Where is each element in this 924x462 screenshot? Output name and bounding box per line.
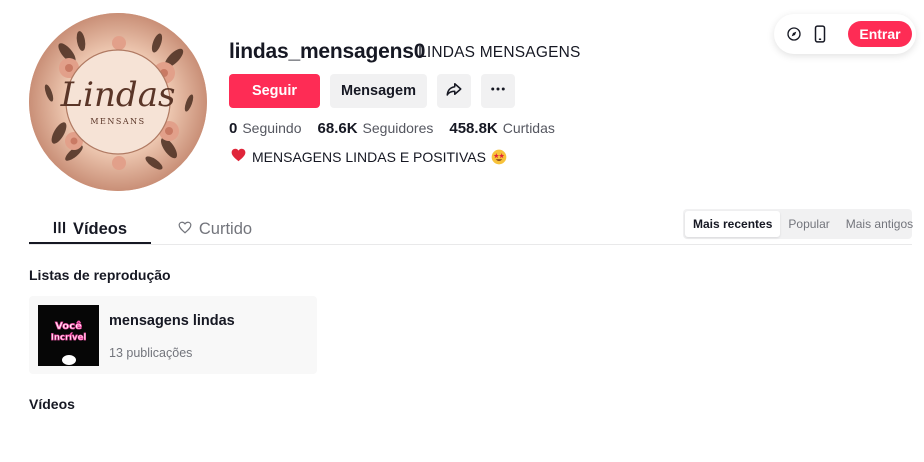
followers-label: Seguidores (362, 120, 434, 136)
more-icon (489, 80, 507, 102)
likes-label: Curtidas (502, 120, 555, 136)
phone-icon[interactable] (810, 24, 830, 44)
profile-avatar[interactable]: Lindas MENSANS (29, 13, 207, 191)
followers-count: 68.6K (317, 120, 358, 137)
following-count: 0 (229, 120, 238, 137)
avatar-logo-word: Lindas (60, 75, 176, 115)
tab-videos[interactable]: Vídeos (29, 214, 151, 244)
profile-nickname: LINDAS MENSAGENS (418, 44, 581, 61)
share-button[interactable] (437, 74, 471, 108)
active-tab-indicator (29, 242, 151, 244)
tab-videos-label: Vídeos (72, 219, 128, 238)
playlist-count: 13 publicações (109, 346, 193, 360)
avatar-logo-sub: MENSANS (90, 117, 146, 126)
playlist-title: mensagens lindas (109, 313, 235, 329)
profile-username: lindas_mensagens0 (229, 40, 426, 63)
share-icon (445, 80, 463, 102)
sort-most-recent[interactable]: Mais recentes (685, 211, 781, 237)
tab-liked-label: Curtido (198, 219, 253, 238)
liked-heart-icon (178, 220, 199, 239)
svg-text:Incrível: Incrível (51, 333, 87, 343)
profile-stats: 0 Seguindo 68.6K Seguidores 458.8K Curti… (229, 120, 571, 137)
tab-liked[interactable]: Curtido (160, 214, 270, 244)
more-options-button[interactable] (481, 74, 515, 108)
heart-icon (231, 148, 246, 166)
message-button[interactable]: Mensagem (330, 74, 427, 108)
likes-count: 458.8K (449, 120, 498, 137)
bio-text: MENSAGENS LINDAS E POSITIVAS (252, 149, 486, 165)
playlists-section-title: Listas de reprodução (29, 267, 171, 283)
videos-section-title: Vídeos (29, 396, 75, 412)
compass-icon[interactable] (784, 24, 804, 44)
login-button[interactable]: Entrar (848, 21, 912, 47)
tabs-divider (29, 244, 912, 245)
profile-bio: MENSAGENS LINDAS E POSITIVAS (231, 148, 507, 166)
sort-oldest[interactable]: Mais antigos (838, 211, 921, 237)
following-label: Seguindo (242, 120, 302, 136)
star-struck-emoji-icon (491, 149, 507, 165)
sort-segmented-control: Mais recentes Popular Mais antigos (683, 209, 913, 239)
playlist-card[interactable]: Você Incrível mensagens lindas 13 public… (29, 296, 317, 374)
playlist-thumbnail: Você Incrível (38, 305, 99, 366)
grid-icon (53, 220, 73, 239)
svg-text:Você: Você (55, 320, 82, 332)
follow-button[interactable]: Seguir (229, 74, 320, 108)
sort-popular[interactable]: Popular (780, 211, 837, 237)
